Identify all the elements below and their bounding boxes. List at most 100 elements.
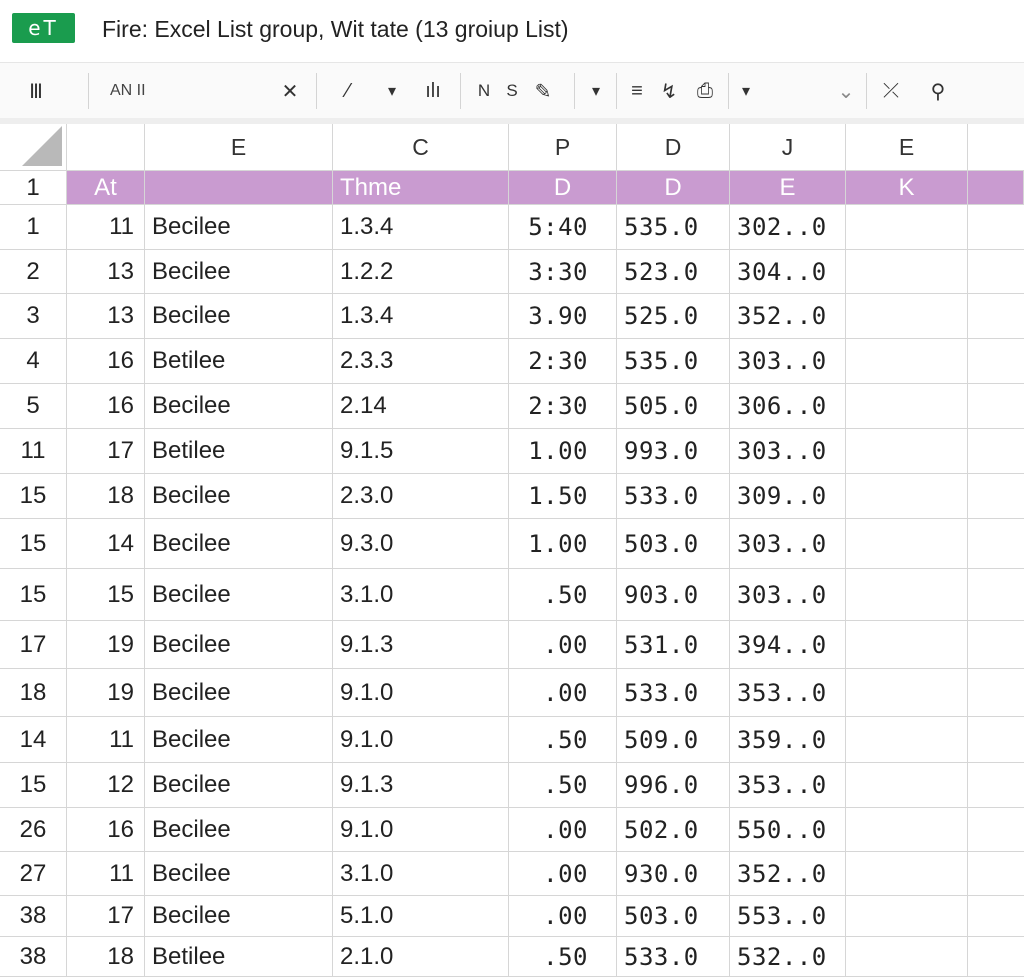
cell-empty[interactable] xyxy=(968,937,1024,977)
cell-duration[interactable]: .00 xyxy=(509,669,617,717)
cell-duration[interactable]: 1.00 xyxy=(509,519,617,569)
paint-icon[interactable]: ✎ xyxy=(528,63,558,119)
cell-value[interactable]: 503.0 xyxy=(617,896,730,937)
cell-total[interactable]: 303..0 xyxy=(730,339,846,384)
cell-duration[interactable]: 3:30 xyxy=(509,250,617,294)
cell-value[interactable]: 533.0 xyxy=(617,669,730,717)
cell-total[interactable]: 352..0 xyxy=(730,852,846,896)
cell-empty[interactable] xyxy=(968,621,1024,669)
cell-time[interactable]: 3.1.0 xyxy=(333,569,509,621)
cell-name[interactable]: Becilee xyxy=(145,852,333,896)
cell-duration[interactable]: .50 xyxy=(509,717,617,763)
cell-duration[interactable]: 5:40 xyxy=(509,205,617,250)
cell-duration[interactable]: .50 xyxy=(509,937,617,977)
column-header[interactable]: J xyxy=(730,124,846,171)
format-icon[interactable]: ↯ xyxy=(654,63,684,119)
table-header-cell[interactable]: D xyxy=(617,171,730,205)
cell-empty[interactable] xyxy=(846,474,968,519)
cell-total[interactable]: 550..0 xyxy=(730,808,846,852)
cell-count[interactable]: 16 xyxy=(67,384,145,429)
cell-name[interactable]: Becilee xyxy=(145,808,333,852)
cell-empty[interactable] xyxy=(968,896,1024,937)
cell-count[interactable]: 16 xyxy=(67,339,145,384)
row-header[interactable]: 5 xyxy=(0,384,67,429)
column-header[interactable]: C xyxy=(333,124,509,171)
cell-name[interactable]: Becilee xyxy=(145,569,333,621)
cell-value[interactable]: 525.0 xyxy=(617,294,730,339)
row-header[interactable]: 17 xyxy=(0,621,67,669)
cell-time[interactable]: 2.3.3 xyxy=(333,339,509,384)
cell-name[interactable]: Becilee xyxy=(145,896,333,937)
cell-time[interactable]: 9.1.3 xyxy=(333,621,509,669)
cell-empty[interactable] xyxy=(968,717,1024,763)
cell-count[interactable]: 11 xyxy=(67,852,145,896)
column-header[interactable]: P xyxy=(509,124,617,171)
cancel-icon[interactable]: ✕ xyxy=(276,63,304,119)
cell-count[interactable]: 17 xyxy=(67,896,145,937)
column-header[interactable]: E xyxy=(145,124,333,171)
cell-empty[interactable] xyxy=(846,937,968,977)
cell-empty[interactable] xyxy=(968,852,1024,896)
cell-total[interactable]: 309..0 xyxy=(730,474,846,519)
cell-empty[interactable] xyxy=(968,808,1024,852)
cell-total[interactable]: 532..0 xyxy=(730,937,846,977)
cell-value[interactable]: 533.0 xyxy=(617,474,730,519)
cell-total[interactable]: 303..0 xyxy=(730,519,846,569)
cell-duration[interactable]: .00 xyxy=(509,808,617,852)
cell-empty[interactable] xyxy=(846,808,968,852)
cell-name[interactable]: Betilee xyxy=(145,339,333,384)
cell-duration[interactable]: .50 xyxy=(509,569,617,621)
row-header[interactable]: 38 xyxy=(0,937,67,977)
cell-time[interactable]: 9.1.0 xyxy=(333,669,509,717)
cell-count[interactable]: 15 xyxy=(67,569,145,621)
cell-empty[interactable] xyxy=(846,205,968,250)
cell-duration[interactable]: 2:30 xyxy=(509,384,617,429)
row-header[interactable]: 1 xyxy=(0,205,67,250)
cell-empty[interactable] xyxy=(846,763,968,808)
table-header-cell[interactable]: D xyxy=(509,171,617,205)
row-header[interactable]: 26 xyxy=(0,808,67,852)
row-header[interactable]: 2 xyxy=(0,250,67,294)
cell-name[interactable]: Becilee xyxy=(145,205,333,250)
cell-duration[interactable]: .00 xyxy=(509,852,617,896)
cell-value[interactable]: 505.0 xyxy=(617,384,730,429)
table-header-cell[interactable]: K xyxy=(846,171,968,205)
cell-empty[interactable] xyxy=(846,519,968,569)
bold-button[interactable]: N xyxy=(472,63,496,119)
cell-duration[interactable]: .00 xyxy=(509,621,617,669)
cell-empty[interactable] xyxy=(846,384,968,429)
cell-duration[interactable]: .00 xyxy=(509,896,617,937)
cell-time[interactable]: 5.1.0 xyxy=(333,896,509,937)
name-box[interactable]: AN II xyxy=(110,63,146,119)
cell-name[interactable]: Betilee xyxy=(145,937,333,977)
cell-count[interactable]: 18 xyxy=(67,937,145,977)
grid-menu-icon[interactable]: Ⅲ xyxy=(16,63,56,119)
row-header[interactable]: 18 xyxy=(0,669,67,717)
select-all-corner[interactable] xyxy=(0,124,67,171)
cell-total[interactable]: 353..0 xyxy=(730,669,846,717)
cell-duration[interactable]: 3.90 xyxy=(509,294,617,339)
cell-total[interactable]: 553..0 xyxy=(730,896,846,937)
cell-empty[interactable] xyxy=(968,250,1024,294)
cell-count[interactable]: 17 xyxy=(67,429,145,474)
cell-total[interactable]: 394..0 xyxy=(730,621,846,669)
cell-value[interactable]: 523.0 xyxy=(617,250,730,294)
cell-empty[interactable] xyxy=(968,569,1024,621)
cell-time[interactable]: 9.1.0 xyxy=(333,808,509,852)
cell-time[interactable]: 2.1.0 xyxy=(333,937,509,977)
expand-chevron-icon[interactable]: ⌄ xyxy=(832,63,860,119)
row-header[interactable]: 15 xyxy=(0,474,67,519)
cell-total[interactable]: 304..0 xyxy=(730,250,846,294)
cell-time[interactable]: 9.1.3 xyxy=(333,763,509,808)
table-header-cell[interactable] xyxy=(145,171,333,205)
row-header[interactable]: 15 xyxy=(0,763,67,808)
row-header[interactable]: 27 xyxy=(0,852,67,896)
chevron-down-icon[interactable]: ▾ xyxy=(734,63,758,119)
cell-name[interactable]: Becilee xyxy=(145,717,333,763)
cell-time[interactable]: 1.3.4 xyxy=(333,294,509,339)
chevron-down-icon[interactable]: ▾ xyxy=(380,63,404,119)
cell-total[interactable]: 303..0 xyxy=(730,429,846,474)
cell-empty[interactable] xyxy=(968,669,1024,717)
cell-name[interactable]: Becilee xyxy=(145,294,333,339)
cell-empty[interactable] xyxy=(968,205,1024,250)
